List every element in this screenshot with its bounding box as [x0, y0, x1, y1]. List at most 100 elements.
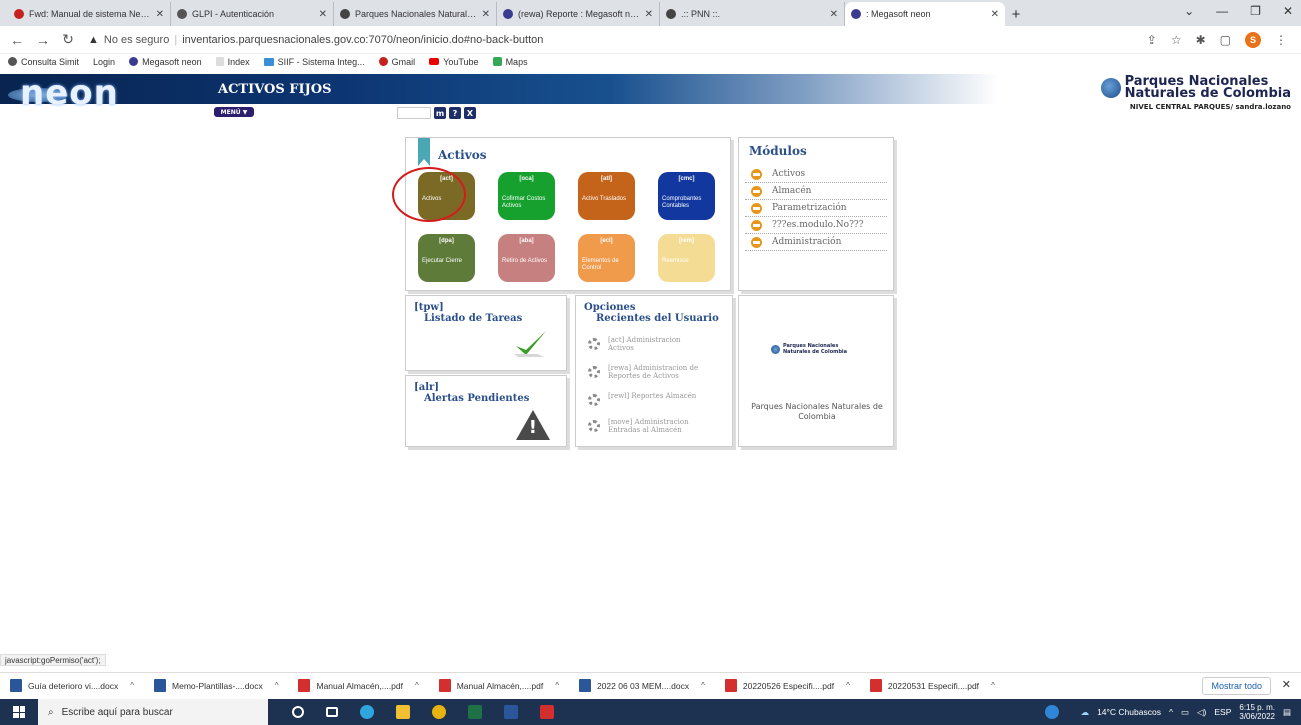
- helper-icon[interactable]: [1044, 705, 1059, 719]
- download-item[interactable]: 2022 06 03 MEM....docx ^: [578, 679, 705, 692]
- download-item[interactable]: Guía deterioro vi....docx ^: [10, 679, 134, 692]
- close-icon[interactable]: ✕: [319, 9, 327, 20]
- bookmark[interactable]: Maps: [492, 57, 528, 67]
- task-view-icon[interactable]: [326, 707, 338, 717]
- tile-atl[interactable]: [atl] Activo Traslados: [578, 172, 635, 220]
- language-indicator[interactable]: ESP: [1214, 707, 1231, 717]
- taskbar-search[interactable]: ⌕ Escribe aquí para buscar: [38, 699, 268, 725]
- parques-small-logo: Parques Nacionales Naturales de Colombia: [771, 343, 847, 355]
- megasoft-icon: [129, 57, 139, 66]
- restore-icon[interactable]: ❐: [1250, 4, 1261, 18]
- reload-icon[interactable]: ↻: [62, 31, 74, 48]
- close-icon[interactable]: ✕: [482, 9, 490, 20]
- chevron-up-icon[interactable]: ^: [275, 681, 279, 690]
- bookmark[interactable]: Index: [215, 57, 250, 67]
- back-icon[interactable]: ←: [10, 32, 24, 48]
- star-icon[interactable]: ☆: [1171, 33, 1182, 47]
- close-icon[interactable]: ✕: [991, 9, 999, 20]
- chevron-up-icon[interactable]: ^: [130, 681, 134, 690]
- close-window-icon[interactable]: ✕: [1283, 4, 1293, 18]
- close-icon[interactable]: ✕: [1282, 678, 1291, 691]
- download-item[interactable]: Manual Almacén,....pdf ^: [298, 679, 419, 692]
- chevron-up-icon[interactable]: ^: [1169, 707, 1173, 717]
- chevron-up-icon[interactable]: ^: [415, 681, 419, 690]
- pdf-icon: [438, 679, 451, 692]
- profile-avatar[interactable]: S: [1245, 31, 1261, 48]
- minimize-icon[interactable]: —: [1216, 4, 1228, 18]
- warning-icon[interactable]: ▲: [88, 34, 99, 46]
- tile-aba[interactable]: [aba] Retiro de Activos: [498, 234, 555, 282]
- volume-icon[interactable]: ◁): [1197, 707, 1206, 718]
- close-icon[interactable]: ✕: [645, 9, 653, 20]
- recent-option[interactable]: [act] Administracion Activos: [588, 336, 724, 352]
- quick-code-input[interactable]: [397, 107, 431, 119]
- acrobat-icon[interactable]: [540, 705, 554, 719]
- clock[interactable]: 6:15 p. m. 3/06/2022: [1239, 703, 1275, 721]
- help-button[interactable]: ?: [449, 107, 461, 119]
- extensions-icon[interactable]: ✱: [1196, 33, 1206, 47]
- recent-option[interactable]: [rewl] Reportes Almacén: [588, 392, 724, 406]
- chrome-icon[interactable]: [432, 705, 446, 719]
- tile-cmc[interactable]: [cmc] Comprobantes Contables: [658, 172, 715, 220]
- notification-icon[interactable]: ▤: [1283, 707, 1291, 718]
- sidepanel-icon[interactable]: ▢: [1220, 33, 1231, 47]
- tile-rem[interactable]: [rem] Reemisos: [658, 234, 715, 282]
- bookmark[interactable]: Gmail: [378, 57, 415, 67]
- bookmark[interactable]: Megasoft neon: [129, 57, 202, 67]
- chevron-up-icon[interactable]: ^: [846, 681, 850, 690]
- bookmark[interactable]: YouTube: [429, 57, 479, 67]
- word-icon[interactable]: [504, 705, 518, 719]
- forward-icon[interactable]: →: [36, 32, 50, 48]
- new-tab-button[interactable]: +: [1005, 2, 1027, 26]
- recent-option[interactable]: [move] Administracion Entradas al Almacén: [588, 418, 724, 434]
- download-item[interactable]: Manual Almacén,....pdf ^: [438, 679, 559, 692]
- chevron-up-icon[interactable]: ^: [555, 681, 559, 690]
- menu-button[interactable]: MENÚ ▼: [214, 107, 254, 117]
- app-content: neon ACTIVOS FIJOS MENÚ ▼ m ? X Parques …: [0, 70, 1301, 650]
- alertas-panel[interactable]: [alr] Alertas Pendientes !: [405, 375, 567, 447]
- chevron-up-icon[interactable]: ^: [991, 681, 995, 690]
- tab-search-icon[interactable]: ⌄: [1184, 4, 1194, 18]
- browser-tab[interactable]: (rewa) Reporte : Megasoft neon ✕: [497, 2, 660, 26]
- cortana-icon[interactable]: [292, 706, 304, 718]
- module-item-administracion[interactable]: Administración: [745, 234, 887, 251]
- bookmark[interactable]: Consulta Simit: [8, 57, 79, 67]
- pdf-icon: [298, 679, 311, 692]
- m-button[interactable]: m: [434, 107, 446, 119]
- browser-tab[interactable]: Parques Nacionales Naturales de ✕: [334, 2, 497, 26]
- excel-icon[interactable]: [468, 705, 482, 719]
- url-field[interactable]: ▲ No es seguro | inventarios.parquesnaci…: [88, 34, 1133, 46]
- word-doc-icon: [578, 679, 591, 692]
- close-icon[interactable]: ✕: [156, 9, 164, 20]
- module-item-almacen[interactable]: Almacén: [745, 183, 887, 200]
- download-item[interactable]: Memo-Plantillas-....docx ^: [154, 679, 278, 692]
- network-icon[interactable]: ▭: [1181, 707, 1189, 718]
- chevron-up-icon[interactable]: ^: [701, 681, 705, 690]
- bookmark[interactable]: Login: [93, 57, 115, 67]
- download-item[interactable]: 20220531 Especifi....pdf ^: [869, 679, 995, 692]
- tile-oca[interactable]: [oca] Cofirmar Costos Activos: [498, 172, 555, 220]
- kebab-menu-icon[interactable]: ⋮: [1275, 33, 1287, 47]
- edge-icon[interactable]: [360, 705, 374, 719]
- tareas-title: Listado de Tareas: [424, 313, 523, 324]
- tareas-panel[interactable]: [tpw] Listado de Tareas: [405, 295, 567, 371]
- close-icon[interactable]: ✕: [830, 9, 838, 20]
- tile-dpa[interactable]: [dpa] Ejecutar Cierre: [418, 234, 475, 282]
- start-button[interactable]: [0, 699, 38, 725]
- recent-option[interactable]: [rewa] Administracion de Reportes de Acti…: [588, 364, 724, 380]
- tile-ecl[interactable]: [ecl] Elementos de Control: [578, 234, 635, 282]
- show-all-button[interactable]: Mostrar todo: [1202, 677, 1271, 695]
- file-explorer-icon[interactable]: [396, 705, 410, 719]
- browser-tab[interactable]: Fwd: Manual de sistema Neon. - ✕: [8, 2, 171, 26]
- browser-tab[interactable]: GLPI - Autenticación ✕: [171, 2, 334, 26]
- browser-tab-active[interactable]: : Megasoft neon ✕: [845, 2, 1005, 26]
- close-app-button[interactable]: X: [464, 107, 476, 119]
- module-item-unknown[interactable]: ???es.modulo.No???: [745, 217, 887, 234]
- module-item-activos[interactable]: Activos: [745, 166, 887, 183]
- download-item[interactable]: 20220526 Especifi....pdf ^: [724, 679, 850, 692]
- module-item-parametrizacion[interactable]: Parametrización: [745, 200, 887, 217]
- browser-tab[interactable]: .:: PNN ::. ✕: [660, 2, 845, 26]
- share-icon[interactable]: ⇪: [1147, 33, 1157, 47]
- weather-text[interactable]: 14°C Chubascos: [1097, 707, 1161, 717]
- bookmark[interactable]: SIIF - Sistema Integ...: [263, 57, 365, 67]
